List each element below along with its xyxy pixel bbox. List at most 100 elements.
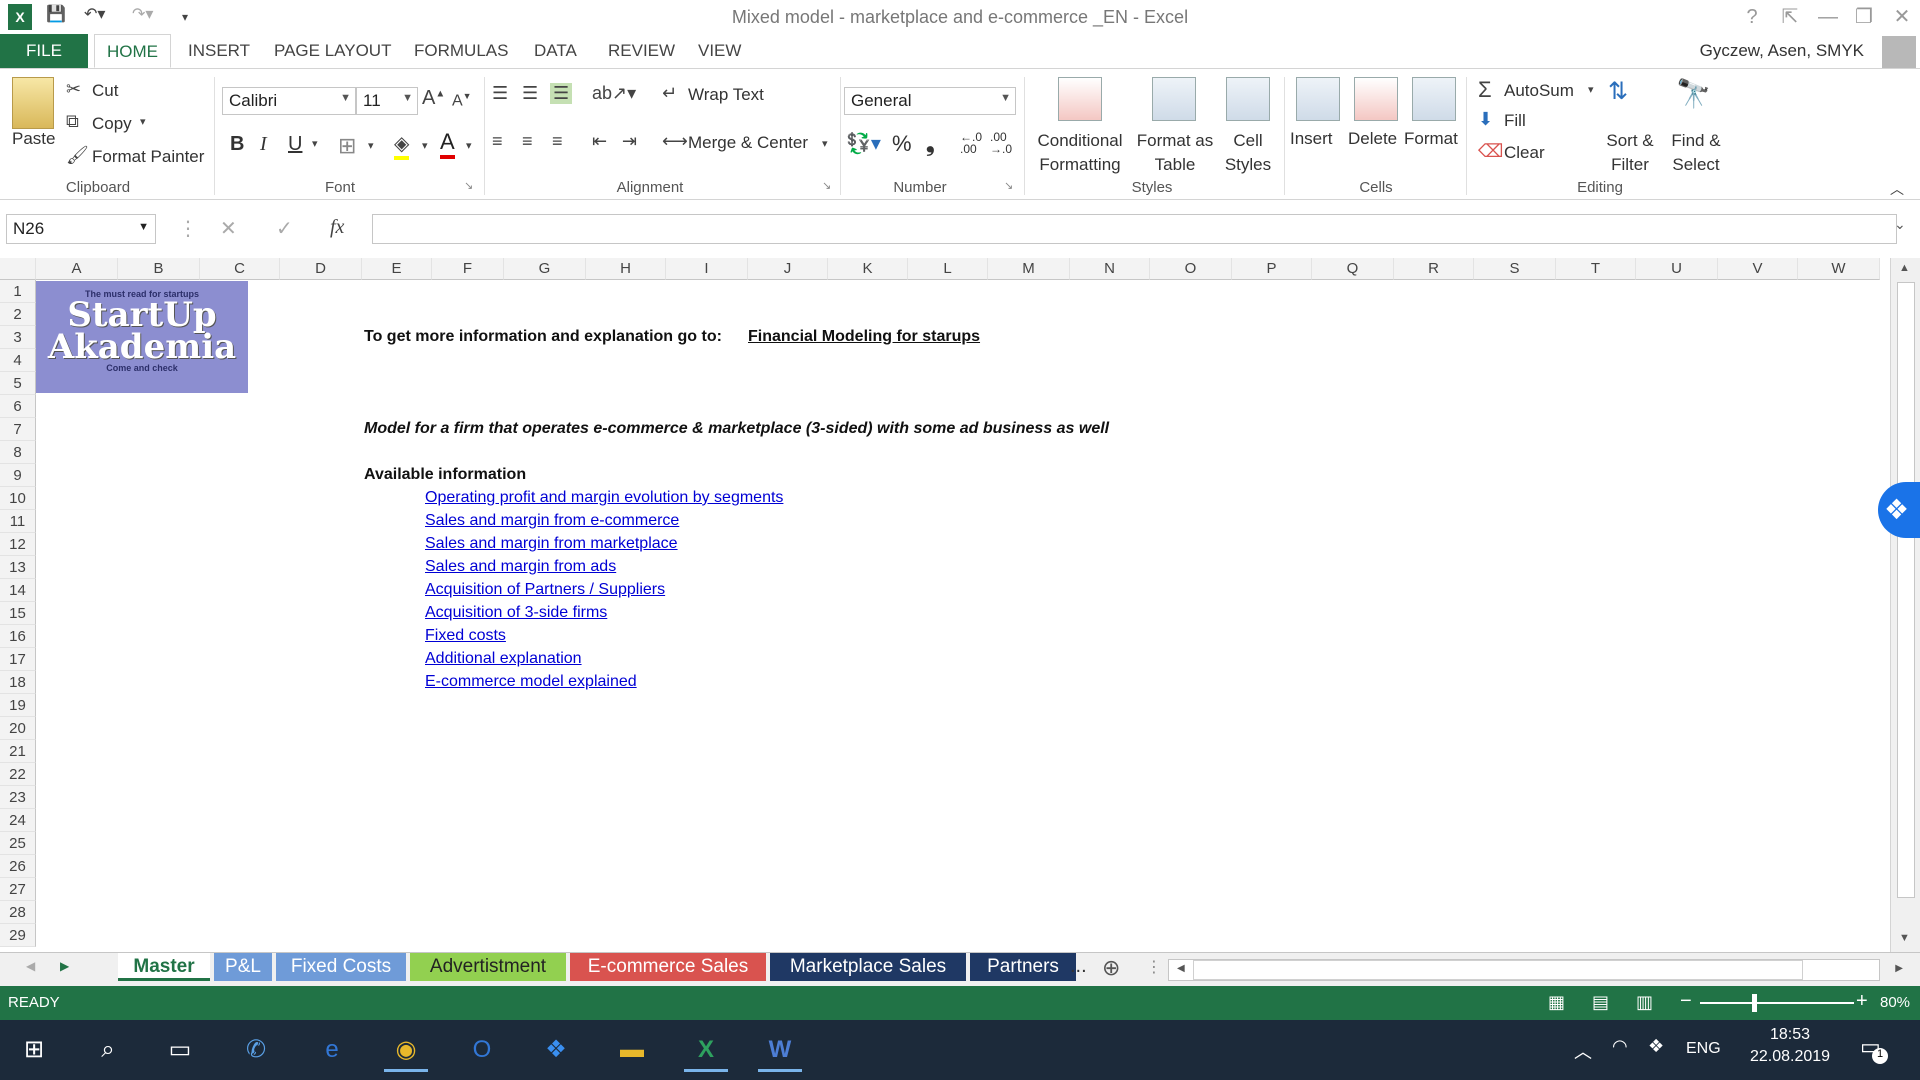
tab-page-layout[interactable]: PAGE LAYOUT xyxy=(262,34,403,68)
wrap-text-button[interactable]: Wrap Text xyxy=(688,85,764,105)
orientation-icon[interactable]: ab↗▾ xyxy=(592,83,636,104)
more-sheets-button[interactable]: ... xyxy=(1070,955,1087,978)
align-left-icon[interactable]: ≡ xyxy=(492,131,503,152)
comma-style-button[interactable]: ❟ xyxy=(926,131,935,157)
row-header[interactable]: 3 xyxy=(0,326,36,349)
row-header[interactable]: 18 xyxy=(0,671,36,694)
add-sheet-icon[interactable]: ⊕ xyxy=(1102,955,1120,981)
info-link[interactable]: Sales and margin from ads xyxy=(425,558,616,576)
page-break-view-icon[interactable]: ▥ xyxy=(1636,992,1653,1013)
column-header[interactable]: A xyxy=(36,258,118,280)
enter-icon[interactable]: ✓ xyxy=(276,216,293,241)
format-cells-icon[interactable] xyxy=(1412,77,1456,121)
sheet-tab[interactable]: Marketplace Sales xyxy=(770,953,966,981)
column-header[interactable]: H xyxy=(586,258,666,280)
ribbon-display-icon[interactable]: ⇱ xyxy=(1772,2,1808,32)
h-scroll-thumb[interactable] xyxy=(1193,960,1803,980)
sheet-tab[interactable]: Advertistment xyxy=(410,953,566,981)
merge-dropdown-icon[interactable]: ▾ xyxy=(822,137,828,150)
row-header[interactable]: 25 xyxy=(0,832,36,855)
next-sheet-icon[interactable]: ▶ xyxy=(60,959,69,973)
cut-icon[interactable]: ✂ xyxy=(66,79,81,100)
row-header[interactable]: 14 xyxy=(0,579,36,602)
paste-icon[interactable] xyxy=(12,77,54,129)
tab-view[interactable]: VIEW xyxy=(686,34,753,68)
zoom-slider[interactable] xyxy=(1700,1002,1854,1004)
column-header[interactable]: U xyxy=(1636,258,1718,280)
autosum-icon[interactable]: Σ xyxy=(1478,77,1492,103)
app-icon[interactable]: ✆ xyxy=(234,1028,278,1072)
column-header[interactable]: W xyxy=(1798,258,1880,280)
row-header[interactable]: 27 xyxy=(0,878,36,901)
word-taskbar-icon[interactable]: W xyxy=(758,1028,802,1072)
align-right-icon[interactable]: ≡ xyxy=(552,131,563,152)
italic-button[interactable]: I xyxy=(260,133,267,156)
column-header[interactable]: K xyxy=(828,258,908,280)
align-center-icon[interactable]: ≡ xyxy=(522,131,533,152)
file-explorer-icon[interactable]: ▬ xyxy=(610,1028,654,1072)
row-header[interactable]: 12 xyxy=(0,533,36,556)
avatar[interactable] xyxy=(1882,36,1916,68)
column-header[interactable]: P xyxy=(1232,258,1312,280)
worksheet-grid[interactable]: ABCDEFGHIJKLMNOPQRSTUVW 1 2 3 4 5 6 7 8 9 10 11 12 1… xyxy=(0,258,1890,953)
row-header[interactable]: 11 xyxy=(0,510,36,533)
fill-color-icon[interactable]: ◈ xyxy=(394,131,410,160)
info-link[interactable]: Sales and margin from e-commerce xyxy=(425,512,679,530)
row-header[interactable]: 9 xyxy=(0,464,36,487)
find-select-button[interactable]: Find & Select xyxy=(1664,129,1728,177)
column-header[interactable]: B xyxy=(118,258,200,280)
column-header[interactable]: G xyxy=(504,258,586,280)
outlook-icon[interactable]: O xyxy=(460,1028,504,1072)
column-header[interactable]: N xyxy=(1070,258,1150,280)
info-link[interactable]: Acquisition of Partners / Suppliers xyxy=(425,581,665,599)
increase-decimal-button[interactable]: ←.0 .00 xyxy=(960,131,988,155)
dialog-launcher-icon[interactable]: ↘ xyxy=(1004,179,1013,192)
row-header[interactable]: 7 xyxy=(0,418,36,441)
info-link[interactable]: Sales and margin from marketplace xyxy=(425,535,678,553)
financial-modeling-link[interactable]: Financial Modeling for starups xyxy=(748,328,980,346)
column-header[interactable]: J xyxy=(748,258,828,280)
format-painter-button[interactable]: Format Painter xyxy=(92,147,204,167)
column-header[interactable]: E xyxy=(362,258,432,280)
dropbox-tray-icon[interactable]: ❖ xyxy=(1648,1036,1664,1057)
name-box[interactable]: N26 ▼ xyxy=(6,214,156,244)
autosum-dropdown-icon[interactable]: ▾ xyxy=(1588,83,1594,96)
column-header[interactable]: D xyxy=(280,258,362,280)
zoom-in-icon[interactable]: + xyxy=(1856,990,1868,1013)
conditional-formatting-button[interactable]: Conditional Formatting xyxy=(1034,129,1126,177)
tab-splitter-icon[interactable]: ⋮ xyxy=(1146,957,1162,977)
underline-dropdown-icon[interactable]: ▾ xyxy=(312,137,318,150)
column-header[interactable]: R xyxy=(1394,258,1474,280)
normal-view-icon[interactable]: ▦ xyxy=(1548,992,1565,1013)
row-header[interactable]: 10 xyxy=(0,487,36,510)
column-header[interactable]: O xyxy=(1150,258,1232,280)
sheet-tab[interactable]: E-commerce Sales xyxy=(570,953,766,981)
minimize-button[interactable]: — xyxy=(1810,2,1846,32)
user-name[interactable]: Gyczew, Asen, SMYK xyxy=(1700,41,1864,61)
column-header[interactable]: I xyxy=(666,258,748,280)
scroll-thumb[interactable] xyxy=(1897,282,1915,898)
align-middle-icon[interactable]: ☰ xyxy=(522,83,538,104)
delete-cells-icon[interactable] xyxy=(1354,77,1398,121)
font-name-select[interactable]: Calibri ▼ xyxy=(222,87,356,115)
restore-button[interactable]: ❐ xyxy=(1846,2,1882,32)
row-header[interactable]: 19 xyxy=(0,694,36,717)
borders-icon[interactable]: ⊞ xyxy=(338,133,356,159)
row-header[interactable]: 4 xyxy=(0,349,36,372)
scroll-up-icon[interactable]: ▲ xyxy=(1899,262,1910,274)
scroll-down-icon[interactable]: ▼ xyxy=(1899,932,1910,944)
bold-button[interactable]: B xyxy=(230,133,244,156)
wrap-text-icon[interactable]: ↵ xyxy=(662,83,677,104)
fill-color-dropdown-icon[interactable]: ▾ xyxy=(422,139,428,152)
sheet-tab[interactable]: Partners xyxy=(970,953,1076,981)
conditional-formatting-icon[interactable] xyxy=(1058,77,1102,121)
row-header[interactable]: 5 xyxy=(0,372,36,395)
select-all-corner[interactable] xyxy=(0,258,36,280)
align-top-icon[interactable]: ☰ xyxy=(492,83,508,104)
sort-filter-icon[interactable]: ⇅ xyxy=(1608,77,1628,106)
format-as-table-icon[interactable] xyxy=(1152,77,1196,121)
font-color-dropdown-icon[interactable]: ▾ xyxy=(466,139,472,152)
insert-function-icon[interactable]: fx xyxy=(330,216,344,239)
font-color-icon[interactable]: A xyxy=(440,129,455,159)
task-view-icon[interactable]: ▭ xyxy=(158,1028,202,1072)
